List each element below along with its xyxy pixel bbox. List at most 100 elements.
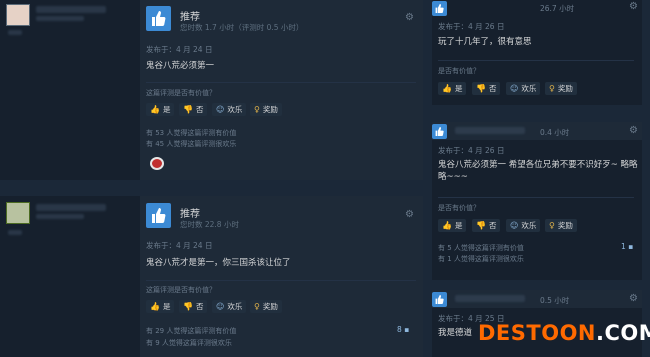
vote-no-button[interactable]: 👎 否 [179,103,208,116]
reviewer-meta-blurred [36,214,84,219]
vote-yes-label: 是 [454,221,463,230]
posted-date: 发布于：4 月 24 日 [146,241,213,250]
playtime: 26.7 小时 [540,4,575,13]
review-text: 鬼谷八荒必须第一 [146,61,215,71]
vote-funny-button[interactable]: ☺ 欢乐 [212,103,247,116]
avatar[interactable] [6,202,30,224]
gear-icon[interactable]: ⚙ [629,293,638,304]
reviewer-name-blurred[interactable] [455,127,525,134]
thumbs-down-icon: 👎 [183,302,193,311]
watermark-part2: .COM [596,321,650,345]
award-icon: ♀ [549,221,555,230]
award-button[interactable]: ♀ 奖励 [545,219,577,232]
thumbs-up-icon: 👍 [150,302,160,311]
avatar[interactable] [6,4,30,26]
award-button[interactable]: ♀ 奖励 [250,103,282,116]
reviewer-column [0,196,140,357]
helpful-count: 有 29 人觉得这篇评测有价值 [146,327,237,335]
thumbs-down-icon: 👎 [476,221,486,230]
vote-no-label: 否 [195,105,204,114]
divider [438,60,634,61]
thumbs-up-icon: 👍 [442,84,452,93]
divider [146,280,416,281]
vote-yes-label: 是 [454,84,463,93]
vote-funny-label: 欢乐 [521,84,537,93]
vote-funny-button[interactable]: ☺ 欢乐 [506,82,541,95]
award-label: 奖励 [262,302,278,311]
award-icon: ♀ [254,302,260,311]
award-label: 奖励 [557,221,573,230]
vote-yes-button[interactable]: 👍 是 [438,82,467,95]
vote-yes-button[interactable]: 👍 是 [146,300,175,313]
vote-no-label: 否 [195,302,204,311]
vote-funny-label: 欢乐 [227,302,243,311]
thumbs-up-icon: 👍 [150,105,160,114]
reviewer-name-blurred[interactable] [455,295,525,302]
award-button[interactable]: ♀ 奖励 [250,300,282,313]
comment-count[interactable]: 8 ▪ [397,325,409,334]
vote-funny-button[interactable]: ☺ 欢乐 [506,219,541,232]
comment-icon: ▪ [404,325,410,334]
helpful-count: 有 53 人觉得这篇评测有价值 [146,129,237,137]
playtime: 0.4 小时 [540,128,570,137]
gear-icon[interactable]: ⚙ [405,12,414,23]
gear-icon[interactable]: ⚙ [629,125,638,136]
smiley-icon: ☺ [510,221,519,230]
comment-count-value: 8 [397,325,402,334]
thumbs-up-icon [146,6,171,31]
posted-date: 发布于：4 月 24 日 [146,45,213,54]
award-button[interactable]: ♀ 奖励 [545,82,577,95]
smiley-icon: ☺ [510,84,519,93]
smiley-icon: ☺ [216,105,225,114]
funny-count: 有 9 人觉得这篇评测很欢乐 [146,339,232,347]
review-text: 鬼谷八荒必须第一 希望各位兄弟不要不识好歹~ 略略略~~~ [438,160,638,182]
recommend-label: 推荐 [180,12,200,23]
vote-funny-label: 欢乐 [521,221,537,230]
award-icon: ♀ [254,105,260,114]
playtime: 您时数 1.7 小时（评测时 0.5 小时） [180,23,304,32]
watermark-part1: DESTOON [478,321,597,345]
thumbs-down-icon: 👎 [476,84,486,93]
playtime: 0.5 小时 [540,296,570,305]
vote-no-label: 否 [488,221,497,230]
reviewer-name-blurred[interactable] [36,204,106,211]
comment-icon: ▪ [628,242,634,251]
vote-no-button[interactable]: 👎 否 [472,82,501,95]
thumbs-up-icon [432,1,447,16]
smiley-icon: ☺ [216,302,225,311]
helpful-question: 是否有价值？ [438,204,480,212]
gear-icon[interactable]: ⚙ [629,1,638,12]
award-label: 奖励 [557,84,573,93]
review-text: 我是德道 [438,328,473,338]
vote-yes-button[interactable]: 👍 是 [146,103,175,116]
playtime: 您时数 22.8 小时 [180,220,239,229]
helpful-count: 有 5 人觉得这篇评测有价值 [438,244,524,252]
review-text: 玩了十几年了，很有意思 [438,37,532,47]
vote-no-button[interactable]: 👎 否 [472,219,501,232]
gear-icon[interactable]: ⚙ [405,209,414,220]
helpful-question: 这篇评测是否有价值？ [146,286,216,294]
thumbs-up-icon [146,203,171,228]
award-badge-icon[interactable] [150,157,164,170]
vote-funny-label: 欢乐 [227,105,243,114]
funny-count: 有 45 人觉得这篇评测很欢乐 [146,140,237,148]
reviewer-meta-blurred [36,16,84,21]
vote-funny-button[interactable]: ☺ 欢乐 [212,300,247,313]
divider [146,82,416,83]
vote-yes-button[interactable]: 👍 是 [438,219,467,232]
posted-date: 发布于：4 月 26 日 [438,146,505,155]
vote-no-button[interactable]: 👎 否 [179,300,208,313]
vote-no-label: 否 [488,84,497,93]
award-icon: ♀ [549,84,555,93]
watermark-logo: DESTOON.COM [478,321,650,345]
divider [438,197,634,198]
funny-count: 有 1 人觉得这篇评测很欢乐 [438,255,524,263]
reviewer-name-blurred[interactable] [36,6,106,13]
thumbs-up-icon: 👍 [442,221,452,230]
vote-yes-label: 是 [162,105,171,114]
recommend-label: 推荐 [180,209,200,220]
thumbs-up-icon [432,292,447,307]
reviewer-meta-blurred [8,30,22,35]
comment-count[interactable]: 1 ▪ [621,242,633,251]
reviewer-column [0,0,140,180]
